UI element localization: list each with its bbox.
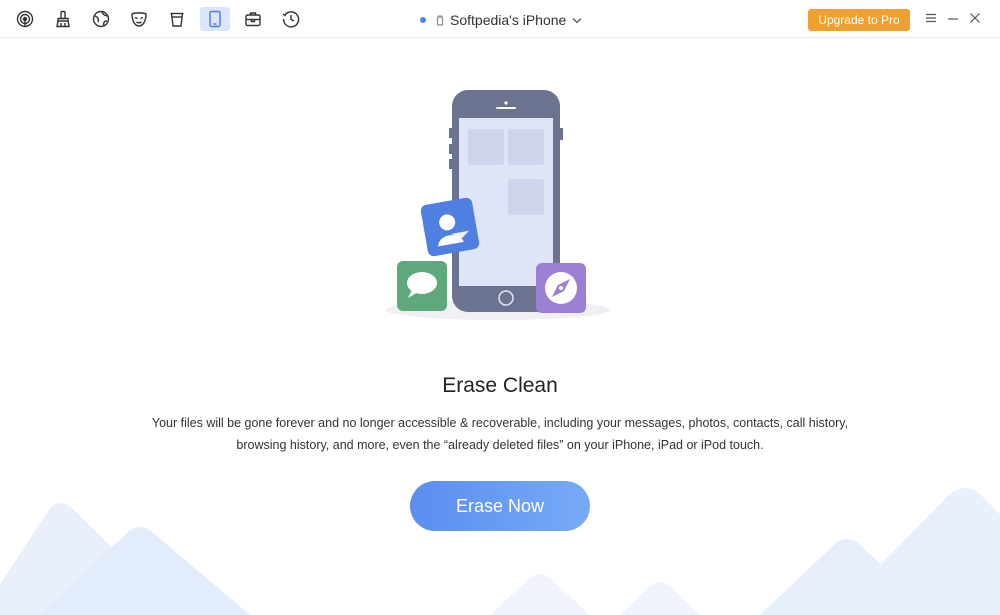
upgrade-button[interactable]: Upgrade to Pro (808, 9, 910, 31)
globe-icon[interactable] (86, 7, 116, 31)
brush-icon[interactable] (48, 7, 78, 31)
toolbox-icon[interactable] (238, 7, 268, 31)
menu-icon[interactable] (923, 10, 939, 26)
trash-bin-icon[interactable] (162, 7, 192, 31)
description-text: Your files will be gone forever and no l… (151, 416, 849, 452)
minimize-icon[interactable] (945, 10, 961, 26)
title-bar: Softpedia's iPhone Upgrade to Pro (0, 0, 1000, 38)
device-name: Softpedia's iPhone (450, 12, 567, 28)
chevron-down-icon (572, 17, 582, 23)
close-icon[interactable] (967, 10, 983, 26)
phone-illustration (386, 90, 610, 320)
page-title: Erase Clean (442, 374, 558, 397)
device-selector[interactable]: Softpedia's iPhone (420, 10, 582, 30)
erase-now-button[interactable]: Erase Now (410, 481, 590, 531)
airdrop-icon[interactable] (10, 7, 40, 31)
connection-dot-icon (420, 17, 426, 23)
history-icon[interactable] (276, 7, 306, 31)
phone-icon[interactable] (200, 7, 230, 31)
mask-icon[interactable] (124, 7, 154, 31)
cable-icon (436, 14, 444, 26)
